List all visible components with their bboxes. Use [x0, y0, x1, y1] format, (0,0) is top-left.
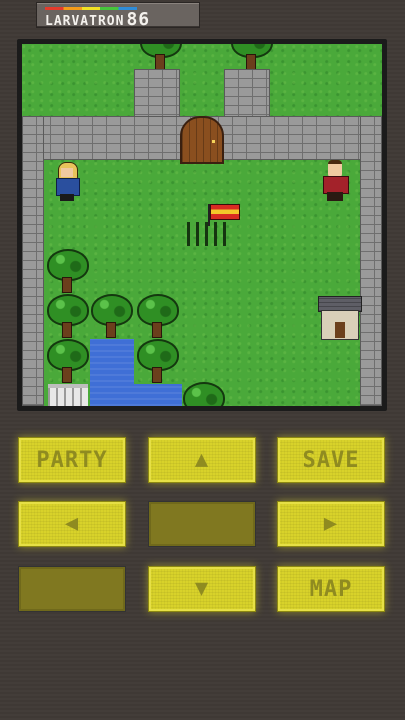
- app-name: LARVATRON: [45, 14, 125, 29]
- arrow-up-icon: ▲: [194, 447, 210, 472]
- app-title: LARVATRON 86: [45, 9, 150, 30]
- arrow-right-icon: ▶: [323, 511, 339, 536]
- player-character[interactable]: [52, 162, 82, 202]
- party-label: PARTY: [36, 447, 108, 473]
- down-button[interactable]: ▼: [148, 566, 256, 612]
- save-label: SAVE: [302, 447, 360, 473]
- game-map[interactable]: [22, 44, 382, 406]
- npc-villager[interactable]: [320, 160, 350, 202]
- arrow-left-icon: ◀: [64, 511, 80, 536]
- tree: [136, 339, 179, 383]
- save-button[interactable]: SAVE: [277, 437, 385, 483]
- castle-wall-left: [22, 116, 44, 406]
- up-button[interactable]: ▲: [148, 437, 256, 483]
- arrow-down-icon: ▼: [194, 576, 210, 601]
- tree: [230, 44, 273, 70]
- banner-flag-icon: [210, 204, 240, 220]
- tree: [182, 382, 225, 406]
- tree: [46, 249, 89, 293]
- right-button[interactable]: ▶: [277, 501, 385, 547]
- title-plate: LARVATRON 86: [36, 2, 200, 30]
- left-button[interactable]: ◀: [18, 501, 126, 547]
- house-icon[interactable]: [318, 296, 362, 340]
- tree: [139, 44, 182, 70]
- tree: [46, 294, 89, 338]
- temple-icon[interactable]: [48, 384, 88, 406]
- center-button: [148, 501, 256, 547]
- map-button[interactable]: MAP: [277, 566, 385, 612]
- game-viewport: [17, 39, 387, 411]
- map-label: MAP: [309, 576, 353, 602]
- tree: [90, 294, 133, 338]
- army-icon[interactable]: [187, 222, 227, 246]
- water-pond: [90, 384, 182, 406]
- tree: [136, 294, 179, 338]
- party-button[interactable]: PARTY: [18, 437, 126, 483]
- app-model: 86: [126, 9, 151, 30]
- tree: [46, 339, 89, 383]
- castle-wall-right: [360, 116, 382, 406]
- castle-door[interactable]: [180, 116, 224, 164]
- blank-button: [18, 566, 126, 612]
